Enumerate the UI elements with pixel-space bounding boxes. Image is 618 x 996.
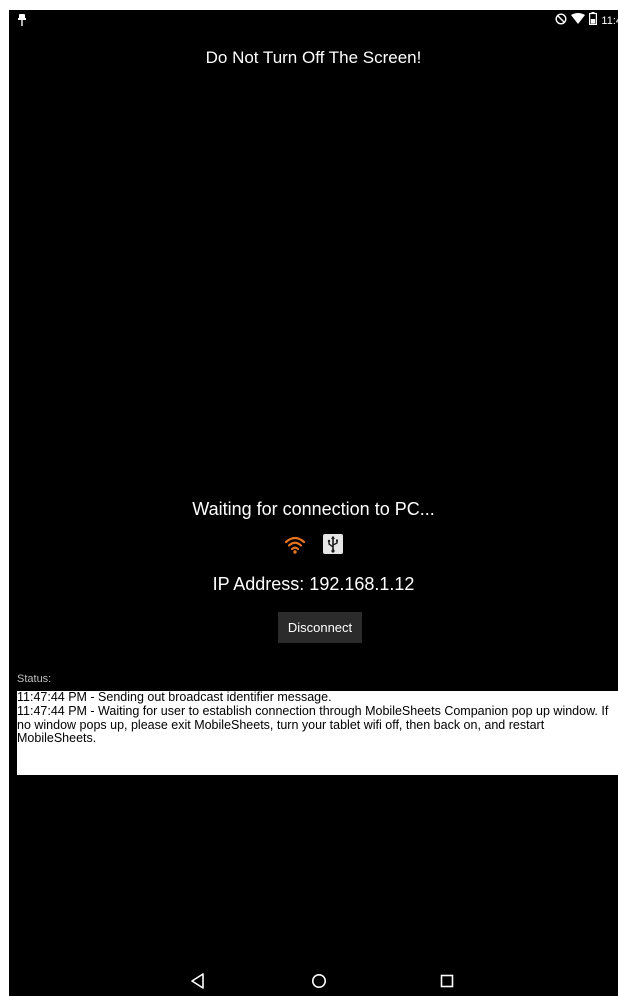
navigation-bar	[9, 966, 618, 996]
wifi-signal-icon	[571, 12, 586, 30]
connection-icons	[9, 532, 618, 556]
recents-icon[interactable]	[435, 970, 459, 992]
status-log: 11:47:44 PM - Sending out broadcast iden…	[17, 690, 618, 775]
battery-icon	[589, 12, 598, 30]
disconnect-button[interactable]: Disconnect	[278, 612, 362, 643]
home-icon[interactable]	[307, 970, 331, 992]
screen: 11:4 Do Not Turn Off The Screen! Waiting…	[9, 10, 618, 996]
waiting-message: Waiting for connection to PC...	[192, 499, 435, 519]
do-not-disturb-icon	[555, 12, 567, 30]
status-log-line: 11:47:44 PM - Waiting for user to establ…	[17, 703, 609, 746]
status-log-line: 11:47:44 PM - Sending out broadcast iden…	[17, 690, 332, 704]
back-icon[interactable]	[186, 970, 210, 992]
status-icons: 11:4	[555, 12, 618, 30]
status-label: Status:	[17, 673, 52, 685]
clock: 11:4	[601, 15, 618, 27]
screen-warning: Do Not Turn Off The Screen!	[205, 48, 422, 67]
wifi-icon	[284, 533, 306, 555]
ip-address: IP Address: 192.168.1.12	[212, 574, 415, 594]
notification-pin-icon	[17, 13, 27, 27]
usb-icon	[322, 533, 344, 555]
status-bar: 11:4	[9, 10, 618, 32]
